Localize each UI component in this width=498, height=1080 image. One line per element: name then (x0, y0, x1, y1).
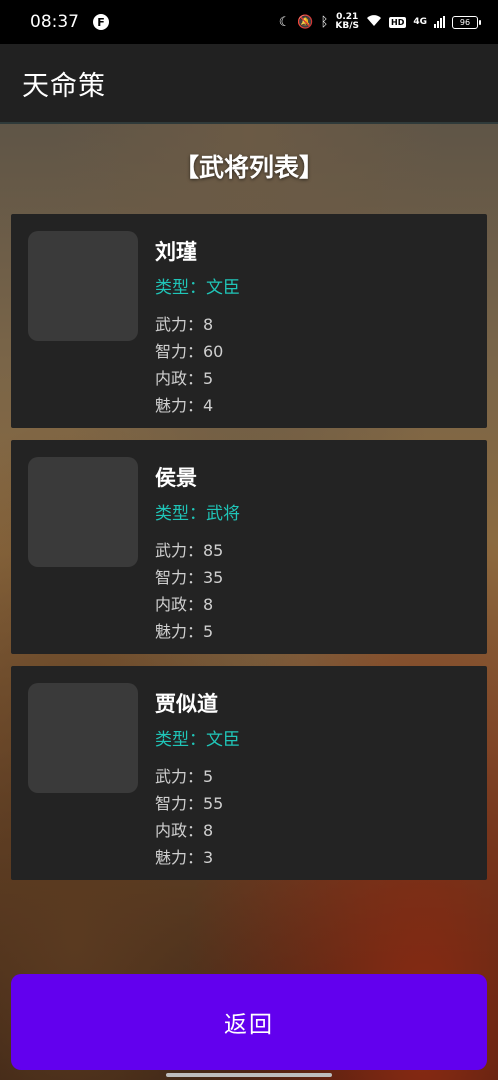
stat-charisma: 魅力：5 (155, 622, 214, 641)
status-icons: ☾ 🔕 ᛒ 0.21 KB/S HD 4G 96 (278, 13, 481, 31)
stat-charisma: 魅力：3 (155, 848, 214, 867)
stat-intelligence: 智力：55 (155, 794, 224, 813)
general-type: 类型：文臣 (155, 730, 240, 750)
hd-badge: HD (389, 16, 407, 28)
stat-politics: 内政：8 (155, 595, 214, 614)
general-portrait (28, 457, 138, 567)
stat-force: 武力：85 (155, 541, 224, 560)
general-type: 类型：武将 (155, 504, 240, 524)
bluetooth-icon: ᛒ (320, 14, 329, 30)
bell-muted-icon: 🔕 (297, 14, 314, 30)
status-time: 08:37 (30, 12, 79, 32)
net-speed-unit: KB/S (335, 21, 359, 31)
stat-intelligence: 智力：60 (155, 342, 224, 361)
section-title: 【武将列表】 (173, 153, 324, 182)
status-bar: 08:37 F ☾ 🔕 ᛒ 0.21 KB/S HD 4G 96 (0, 0, 498, 44)
general-portrait (28, 231, 138, 341)
back-button[interactable]: 返回 (11, 974, 487, 1070)
general-card[interactable]: 侯景 类型：武将 武力：85 智力：35 内政：8 魅力：5 (11, 440, 487, 654)
home-indicator[interactable] (166, 1073, 332, 1077)
network-type: 4G (413, 16, 427, 27)
app-bar: 天命策 (0, 44, 498, 124)
stat-charisma: 魅力：4 (155, 396, 214, 415)
app-title: 天命策 (22, 70, 106, 102)
stat-politics: 内政：5 (155, 369, 214, 388)
battery-icon: 96 (452, 15, 481, 29)
wifi-icon (366, 14, 382, 30)
general-name: 刘瑾 (155, 240, 197, 264)
stat-force: 武力：5 (155, 767, 214, 786)
notification-app-icon: F (93, 14, 109, 30)
general-card[interactable]: 刘瑾 类型：文臣 武力：8 智力：60 内政：5 魅力：4 (11, 214, 487, 428)
general-name: 侯景 (155, 466, 197, 490)
battery-level: 96 (459, 17, 471, 27)
network-speed: 0.21 KB/S (335, 13, 359, 31)
stat-force: 武力：8 (155, 315, 214, 334)
stat-politics: 内政：8 (155, 821, 214, 840)
general-portrait (28, 683, 138, 793)
signal-icon (434, 16, 445, 28)
moon-icon: ☾ (278, 14, 291, 30)
general-list-screen[interactable]: 【武将列表】 刘瑾 类型：文臣 武力：8 智力：60 内政：5 魅力：4 侯景 … (0, 124, 498, 1080)
general-name: 贾似道 (155, 692, 218, 716)
stat-intelligence: 智力：35 (155, 568, 224, 587)
general-type: 类型：文臣 (155, 278, 240, 298)
general-card[interactable]: 贾似道 类型：文臣 武力：5 智力：55 内政：8 魅力：3 (11, 666, 487, 880)
